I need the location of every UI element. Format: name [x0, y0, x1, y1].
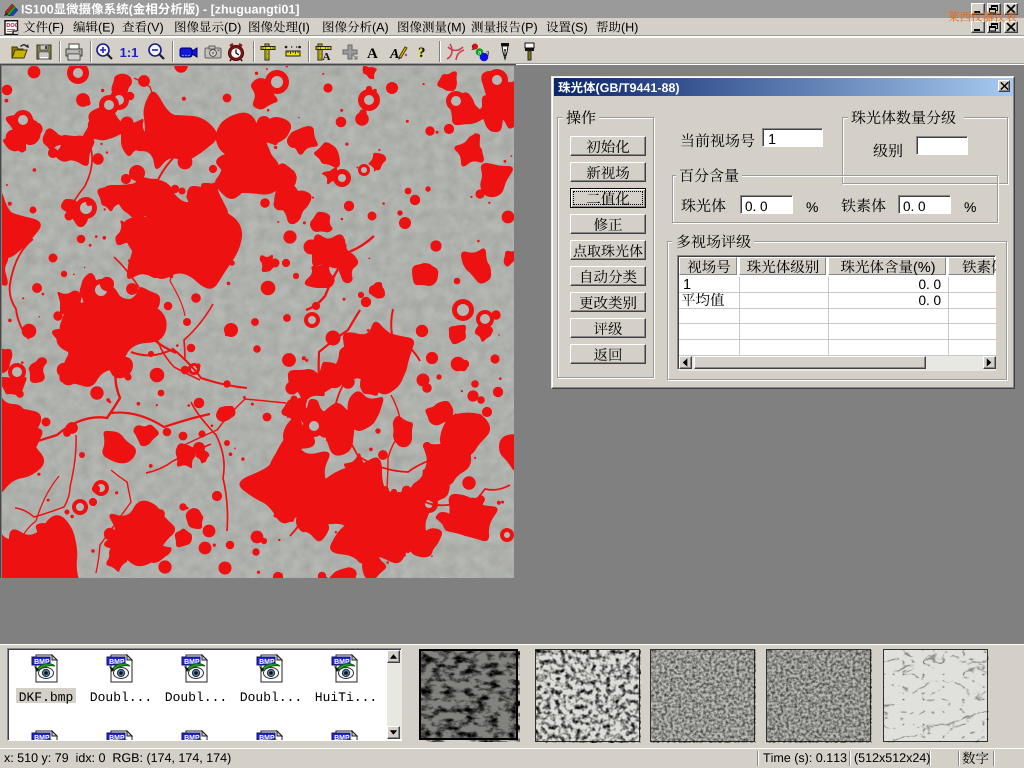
- svg-text:1: 1: [471, 45, 475, 52]
- svg-text:a: a: [478, 49, 482, 56]
- svg-text:3: 3: [486, 51, 489, 58]
- svg-text:A: A: [367, 46, 378, 62]
- svg-text:?: ?: [418, 45, 426, 61]
- svg-text:A: A: [389, 47, 399, 62]
- svg-text:DOC: DOC: [6, 23, 18, 29]
- svg-text:A: A: [323, 51, 331, 62]
